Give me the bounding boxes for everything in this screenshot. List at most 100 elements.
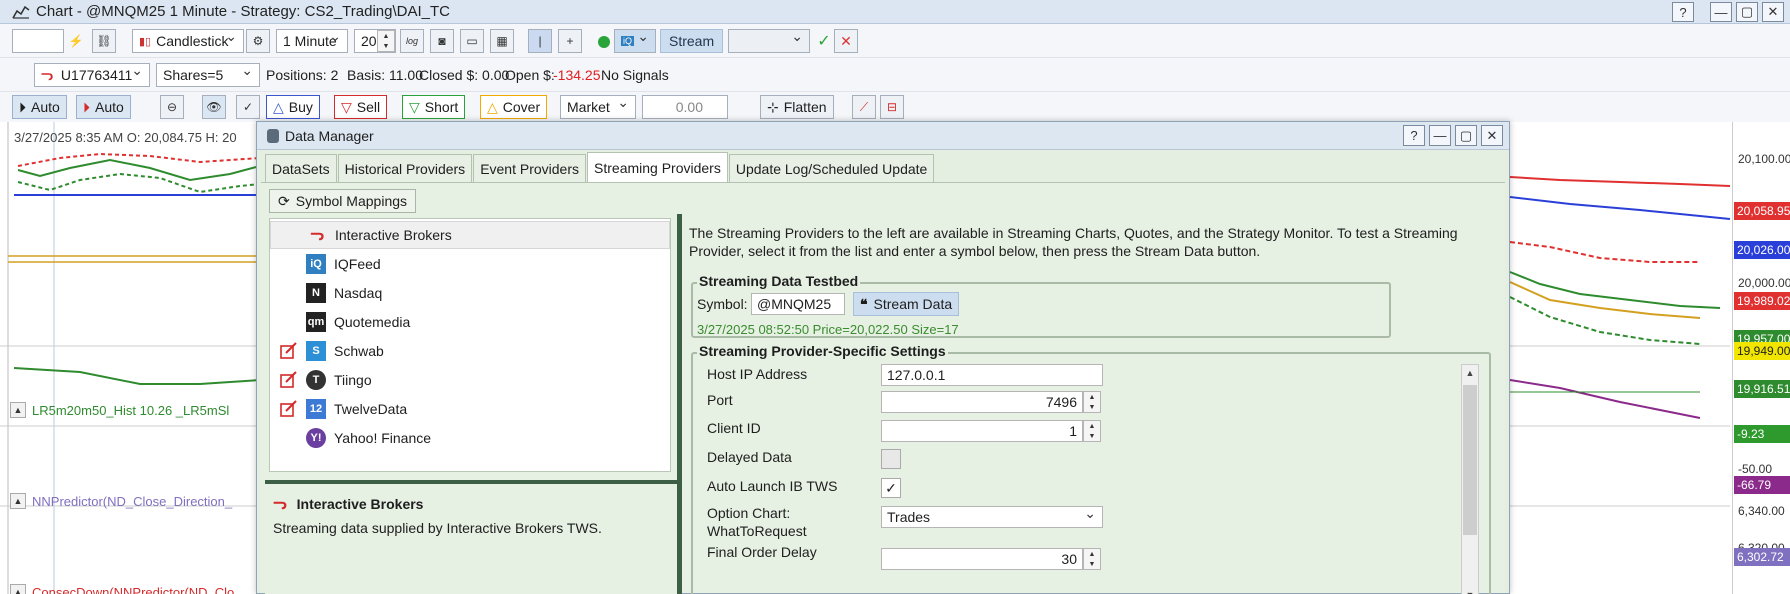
edit-icon[interactable] [280,371,298,389]
log-scale-button[interactable]: log [400,29,424,53]
final-order-delay-input[interactable]: 30 [881,548,1083,570]
iqfeed-logo-icon: iQ [306,254,326,274]
symbol-mappings-button[interactable]: ⟳ Symbol Mappings [269,189,417,213]
dialog-help-button[interactable]: ? [1403,125,1425,146]
symbol-input[interactable] [12,29,64,53]
down-arrow-icon[interactable]: ▼ [1084,559,1100,569]
up-arrow-icon[interactable]: ▲ [1084,392,1100,402]
collapse-up-icon[interactable]: ▲ [10,584,26,594]
dialog-tabs: DataSets Historical Providers Event Prov… [265,152,935,182]
cursor-line-icon[interactable]: | [528,29,552,53]
order-type-select[interactable]: Market [560,94,636,119]
order-price-input[interactable]: 0.00 [642,95,728,119]
up-arrow-icon[interactable]: ▲ [1084,549,1100,559]
checkbox-icon[interactable]: ✓ [236,95,260,119]
scroll-down-icon[interactable]: ▼ [1462,587,1478,594]
flatten-icon: ⊹ [767,98,779,115]
provider-item[interactable]: N Nasdaq [270,279,670,307]
up-arrow-icon[interactable]: ▲ [378,31,394,41]
dialog-maximize-button[interactable]: ▢ [1455,125,1477,146]
pane-splitter[interactable] [677,214,682,594]
port-input[interactable]: 7496 [881,391,1083,413]
what-to-request-select[interactable]: Trades [881,505,1103,528]
settings-scrollbar[interactable]: ▲ ▼ [1461,364,1479,594]
minimize-button[interactable]: — [1710,2,1732,22]
provider-item[interactable]: ᓓ Interactive Brokers [270,221,670,249]
auto-trade-button[interactable]: ⏵ Auto [12,95,67,119]
dialog-close-button[interactable]: ✕ [1481,125,1503,146]
scroll-up-icon[interactable]: ▲ [1462,365,1478,381]
bars-stepper[interactable]: ▲ ▼ [377,30,395,52]
stream-data-button[interactable]: ❝ Stream Data [853,292,960,316]
shares-select[interactable]: Shares=5 [156,62,260,87]
edit-icon[interactable] [280,400,298,418]
minus-circle-icon[interactable]: ⊖ [160,95,184,119]
sell-button[interactable]: ▽ Sell [334,95,388,119]
help-button[interactable]: ? [1672,2,1694,22]
check-icon[interactable]: ✓ [812,29,836,53]
collapse-up-icon[interactable]: ▲ [10,402,26,418]
host-ip-input[interactable]: 127.0.0.1 [881,364,1103,386]
provider-item[interactable]: Y! Yahoo! Finance [270,424,670,452]
close-button[interactable]: ✕ [1762,2,1784,22]
tab-streaming-providers[interactable]: Streaming Providers [587,152,728,182]
dialog-minimize-button[interactable]: — [1429,125,1451,146]
database-icon [267,128,279,143]
layout-icon[interactable]: ▭ [460,29,484,53]
horizontal-line-icon[interactable]: ⊟ [880,95,904,119]
provider-item[interactable]: T Tiingo [270,366,670,394]
chart-type-select[interactable]: ▮▯ Candlestick [132,28,244,53]
stream-combo[interactable] [728,28,810,53]
maximize-button[interactable]: ▢ [1736,2,1758,22]
account-select[interactable]: ᓓ U17763411 [34,62,150,87]
camera-icon[interactable]: ◙ [430,29,454,53]
intro-text: The Streaming Providers to the left are … [689,225,1458,259]
scroll-thumb[interactable] [1463,385,1477,535]
down-arrow-icon[interactable]: ▼ [378,41,394,51]
stream-provider-select[interactable]: iQ [614,28,656,53]
lightning-icon[interactable]: ⚡ [64,29,88,53]
tab-update-log[interactable]: Update Log/Scheduled Update [728,154,935,182]
tab-event-providers[interactable]: Event Providers [473,154,587,182]
client-id-stepper[interactable]: ▲ ▼ [1083,420,1101,442]
port-stepper[interactable]: ▲ ▼ [1083,391,1101,413]
dialog-title-bar[interactable]: Data Manager ? — ▢ ✕ [257,122,1509,150]
provider-item[interactable]: iQ IQFeed [270,250,670,278]
provider-description-pane: ᓓ Interactive Brokers Streaming data sup… [265,480,677,594]
down-arrow-icon[interactable]: ▼ [1084,402,1100,412]
gear-icon[interactable]: ⚙ [246,29,270,53]
eye-icon[interactable]: 👁 [202,95,226,119]
auto-stop-button[interactable]: ⏵ Auto [76,95,131,119]
cancel-icon[interactable]: ✕ [834,29,858,53]
stop-icon: ⏵ [83,98,90,115]
what-to-request-label: WhatToRequest [707,523,807,539]
up-arrow-icon[interactable]: ▲ [1084,421,1100,431]
price-tag: 6,302.72 [1734,548,1790,566]
provider-item[interactable]: S Schwab [270,337,670,365]
provider-item[interactable]: qm Quotemedia [270,308,670,336]
cover-button[interactable]: △ Cover [480,95,548,119]
tab-historical-providers[interactable]: Historical Providers [337,154,473,182]
tiingo-logo-icon: T [306,370,326,390]
testbed-symbol-input[interactable]: @MNQM25 [751,293,845,315]
crosshair-icon[interactable]: + [558,29,582,53]
trading-toolbar: ᓓU17763411 Shares=5 Positions: 2 Basis: … [0,58,1790,92]
tab-datasets[interactable]: DataSets [265,154,337,182]
link-icon[interactable]: ⛓ [92,29,116,53]
provider-item[interactable]: 12 TwelveData [270,395,670,423]
flatten-button[interactable]: ⊹ Flatten [760,95,834,119]
interval-select[interactable]: 1 Minute [276,28,348,53]
down-arrow-icon[interactable]: ▼ [1084,431,1100,441]
stream-button[interactable]: Stream [660,29,724,53]
edit-icon[interactable] [280,342,298,360]
delayed-data-checkbox[interactable] [881,449,901,469]
final-order-delay-stepper[interactable]: ▲ ▼ [1083,548,1101,570]
collapse-up-icon[interactable]: ▲ [10,493,26,509]
client-id-input[interactable]: 1 [881,420,1083,442]
option-chart-label: Option Chart: [707,505,791,521]
trendline-icon[interactable]: ⟋ [852,95,876,119]
calendar-icon[interactable]: ▦ [490,29,514,53]
short-button[interactable]: ▽ Short [402,95,466,119]
auto-launch-checkbox[interactable]: ✓ [881,478,901,498]
buy-button[interactable]: △ Buy [266,95,320,119]
